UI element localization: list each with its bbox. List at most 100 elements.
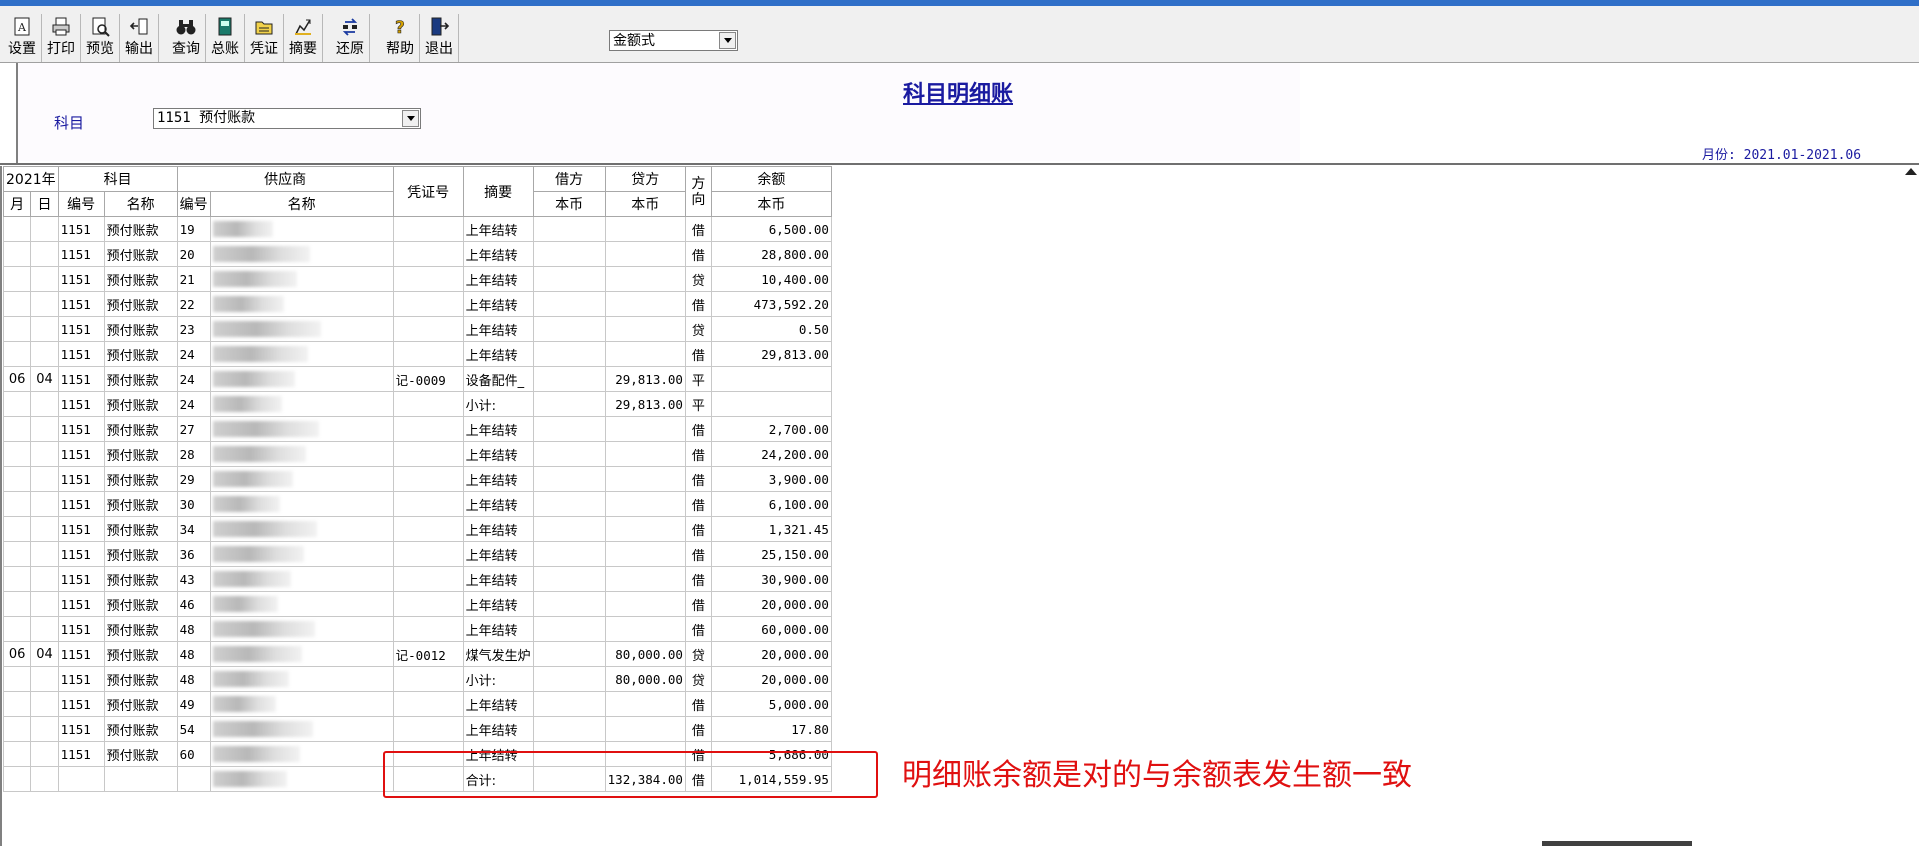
display-mode-select[interactable]: 金额式 (609, 30, 738, 51)
credit-cell (604, 216, 686, 242)
subject-name-header: 名称 (103, 191, 178, 217)
query-button[interactable]: 查询 (167, 14, 206, 62)
summary-cell: 上年结转 (462, 341, 534, 367)
table-row[interactable]: 1151 预付账款 27 上年结转 借 2,700.00 (2, 416, 832, 442)
month-cell (2, 291, 32, 317)
month-cell (2, 216, 32, 242)
table-row[interactable]: 1151 预付账款 19 上年结转 借 6,500.00 (2, 216, 832, 242)
supplier-name-redacted (209, 591, 394, 617)
debit-cell (532, 291, 606, 317)
export-button[interactable]: 输出 (120, 14, 159, 62)
table-row[interactable]: 06 04 1151 预付账款 48 记-0012 煤气发生炉 80,000.00 贷 20,00… (2, 641, 832, 667)
direction-cell: 借 (684, 466, 712, 492)
table-row[interactable]: 1151 预付账款 24 小计: 29,813.00 平 (2, 391, 832, 417)
table-row[interactable]: 1151 预付账款 48 上年结转 借 60,000.00 (2, 616, 832, 642)
subject-header: 科目 (57, 166, 178, 192)
summary-button[interactable]: 摘要 (284, 14, 323, 62)
summary-cell: 上年结转 (462, 266, 534, 292)
help-button[interactable]: ? 帮助 (381, 14, 420, 62)
table-row[interactable]: 1151 预付账款 43 上年结转 借 30,900.00 (2, 566, 832, 592)
day-cell (30, 591, 59, 617)
table-row[interactable]: 1151 预付账款 34 上年结转 借 1,321.45 (2, 516, 832, 542)
table-row[interactable]: 1151 预付账款 36 上年结转 借 25,150.00 (2, 541, 832, 567)
print-button[interactable]: 打印 (42, 14, 81, 62)
balance-cell: 6,500.00 (710, 216, 832, 242)
supplier-name-redacted (209, 266, 394, 292)
chevron-down-icon[interactable] (719, 32, 736, 49)
credit-cell (604, 441, 686, 467)
credit-cell (604, 241, 686, 267)
table-row[interactable]: 1151 预付账款 49 上年结转 借 5,000.00 (2, 691, 832, 717)
credit-cell (604, 291, 686, 317)
day-cell (30, 766, 59, 792)
query-label: 查询 (172, 41, 200, 57)
debit-cell (532, 566, 606, 592)
credit-cell (604, 616, 686, 642)
credit-cell (604, 691, 686, 717)
credit-cell: 29,813.00 (604, 391, 686, 417)
direction-cell: 借 (684, 616, 712, 642)
subject-name-cell: 预付账款 (103, 616, 178, 642)
direction-cell: 借 (684, 241, 712, 267)
settings-button[interactable]: A 设置 (3, 14, 42, 62)
voucher-button[interactable]: 凭证 (245, 14, 284, 62)
voucher-folder-icon (255, 21, 273, 35)
supplier-code-cell: 24 (176, 366, 211, 392)
subject-name-cell: 预付账款 (103, 216, 178, 242)
summary-cell: 上年结转 (462, 466, 534, 492)
table-row[interactable]: 1151 预付账款 28 上年结转 借 24,200.00 (2, 441, 832, 467)
day-cell (30, 241, 59, 267)
preview-button[interactable]: 预览 (81, 14, 120, 62)
table-row[interactable]: 1151 预付账款 30 上年结转 借 6,100.00 (2, 491, 832, 517)
subject-code-cell: 1151 (57, 366, 105, 392)
debit-cell (532, 466, 606, 492)
supplier-name-redacted (209, 666, 394, 692)
direction-cell: 借 (684, 491, 712, 517)
direction-cell: 借 (684, 216, 712, 242)
subject-name-cell: 预付账款 (103, 291, 178, 317)
table-row[interactable]: 1151 预付账款 46 上年结转 借 20,000.00 (2, 591, 832, 617)
scroll-up-arrow-icon[interactable] (1905, 168, 1917, 175)
subject-code-cell: 1151 (57, 566, 105, 592)
ledger-body: 1151 预付账款 19 上年结转借 6,500.00 1151 预付账款 20 上年结转借 28… (2, 216, 832, 792)
subject-name-cell: 预付账款 (103, 741, 178, 767)
exit-button[interactable]: 退出 (420, 14, 459, 62)
table-row[interactable]: 1151 预付账款 23 上年结转 贷 0.50 (2, 316, 832, 342)
subject-code-cell: 1151 (57, 716, 105, 742)
supplier-name-redacted (209, 366, 394, 392)
subject-code-header: 编号 (57, 191, 105, 217)
supplier-code-cell: 36 (176, 541, 211, 567)
month-cell (2, 591, 32, 617)
restore-button[interactable]: 还原 (331, 14, 370, 62)
table-row[interactable]: 1151 预付账款 48 小计: 80,000.00 贷 20,000.00 (2, 666, 832, 692)
debit-cell (532, 666, 606, 692)
subject-name-cell: 预付账款 (103, 591, 178, 617)
day-cell (30, 691, 59, 717)
table-row[interactable]: 1151 预付账款 54 上年结转 借 17.80 (2, 716, 832, 742)
balance-cell: 20,000.00 (710, 591, 832, 617)
supplier-name-redacted (209, 741, 394, 767)
voucher-cell (392, 541, 464, 567)
redacted-block (212, 521, 317, 537)
day-cell: 04 (30, 366, 59, 392)
subject-name-cell: 预付账款 (103, 541, 178, 567)
table-row[interactable]: 06 04 1151 预付账款 24 记-0009 设备配件_ 29,813.00 平 (2, 366, 832, 392)
general-ledger-button[interactable]: 总账 (206, 14, 245, 62)
table-row[interactable]: 1151 预付账款 29 上年结转 借 3,900.00 (2, 466, 832, 492)
subject-select[interactable]: 1151 预付账款 (153, 108, 421, 129)
supplier-name-redacted (209, 566, 394, 592)
month-cell (2, 691, 32, 717)
voucher-cell (392, 241, 464, 267)
table-row[interactable]: 1151 预付账款 22 上年结转 借 473,592.20 (2, 291, 832, 317)
table-row[interactable]: 1151 预付账款 21 上年结转 贷 10,400.00 (2, 266, 832, 292)
debit-cell (532, 391, 606, 417)
horizontal-scrollbar-thumb[interactable] (1542, 841, 1692, 846)
subject-code-cell (57, 766, 105, 792)
subject-name-cell: 预付账款 (103, 266, 178, 292)
redacted-block (212, 246, 310, 262)
table-row[interactable]: 1151 预付账款 24 上年结转 借 29,813.00 (2, 341, 832, 367)
table-row[interactable]: 1151 预付账款 20 上年结转 借 28,800.00 (2, 241, 832, 267)
chevron-down-icon[interactable] (402, 110, 419, 127)
voucher-header: 凭证号 (392, 166, 464, 217)
ledger-table: 2021年 科目 供应商 凭证号 摘要 借方 贷方 方向 余额 月 日 编号 名… (2, 166, 832, 792)
